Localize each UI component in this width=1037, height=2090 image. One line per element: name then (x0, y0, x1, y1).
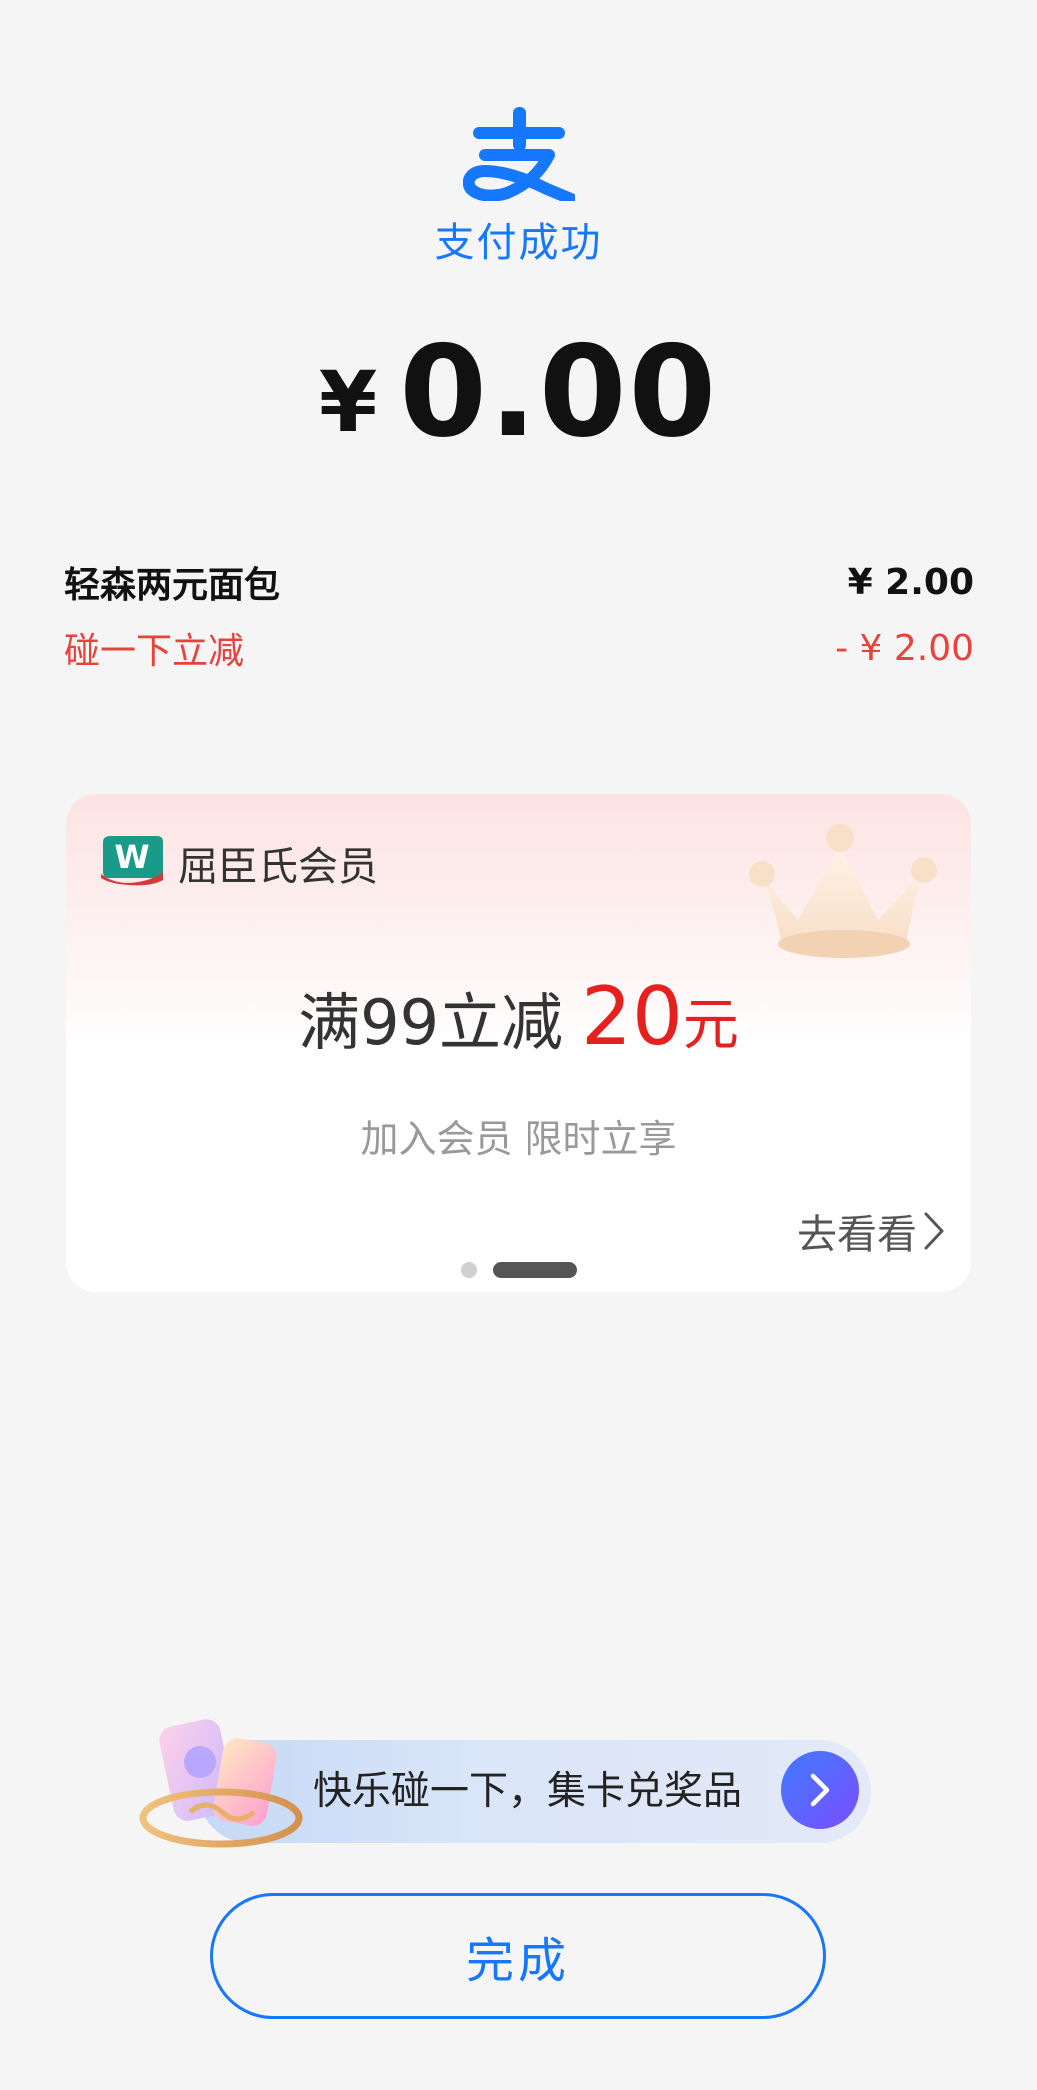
currency-symbol: ¥ (318, 353, 378, 451)
item-price: ¥ 2.00 (847, 561, 974, 603)
carousel-dot[interactable] (460, 1262, 477, 1278)
done-button[interactable]: 完成 (210, 1893, 826, 2019)
discount-amount: - ¥ 2.00 (835, 627, 974, 669)
go-see-label: 去看看 (797, 1212, 917, 1258)
item-name: 轻森两元面包 (64, 565, 281, 606)
item-row: 轻森两元面包 ¥ 2.00 (64, 556, 974, 608)
activity-arrow-button[interactable] (781, 1751, 859, 1829)
go-see-link[interactable]: 去看看 (797, 1202, 945, 1260)
alipay-logo-icon (462, 105, 577, 205)
offer-headline: 满99立减 20元 (66, 970, 971, 1063)
promo-card[interactable]: W 屈臣氏会员 满99立减 20元 加入会员 限时立享 去看看 (66, 794, 971, 1292)
offer-unit: 元 (682, 993, 739, 1058)
activity-text: 快乐碰一下，集卡兑奖品 (313, 1769, 743, 1814)
card-collection-icon (136, 1714, 306, 1864)
discount-row: 碰一下立减 - ¥ 2.00 (64, 622, 974, 674)
offer-amount: 20 (581, 970, 683, 1063)
payment-status-title: 支付成功 (434, 220, 603, 266)
chevron-right-icon (810, 1773, 830, 1807)
chevron-right-icon (924, 1212, 944, 1250)
svg-text:W: W (114, 838, 149, 876)
carousel-indicator (66, 1262, 971, 1278)
offer-subtitle: 加入会员 限时立享 (360, 1117, 677, 1161)
amount-value: 0.00 (399, 318, 719, 465)
brand-name: 屈臣氏会员 (178, 844, 378, 890)
offer-condition: 满99立减 (298, 986, 564, 1059)
watsons-w-logo-icon: W (99, 834, 165, 886)
payment-amount: ¥0.00 (0, 318, 1037, 465)
discount-name: 碰一下立减 (64, 631, 245, 672)
crown-icon (736, 812, 946, 972)
carousel-dot-active[interactable] (492, 1262, 577, 1278)
